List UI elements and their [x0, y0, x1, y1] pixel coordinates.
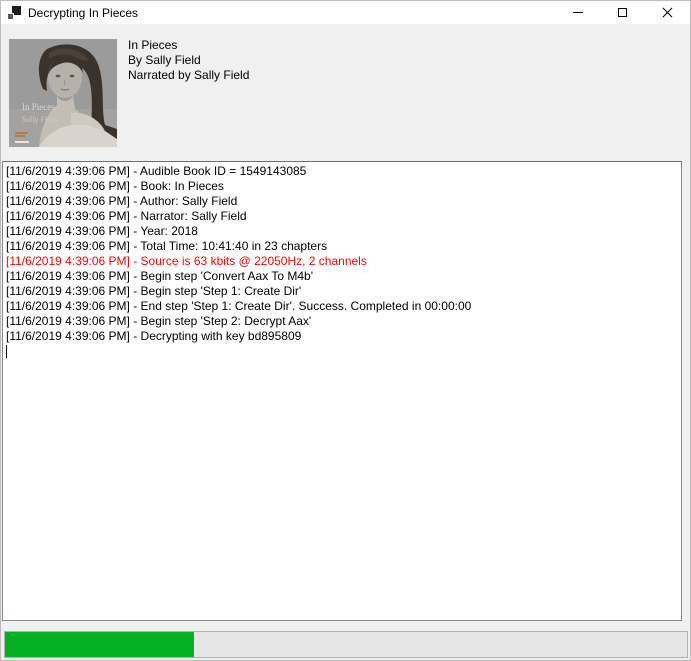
- progress-bar: [4, 631, 688, 658]
- log-line: [11/6/2019 4:39:06 PM] - Narrator: Sally…: [6, 209, 678, 224]
- log-line: [11/6/2019 4:39:06 PM] - Book: In Pieces: [6, 179, 678, 194]
- app-icon-square-small: [7, 13, 14, 20]
- log-line: [11/6/2019 4:39:06 PM] - Total Time: 10:…: [6, 239, 678, 254]
- app-window: Decrypting In Pieces: [0, 0, 691, 661]
- minimize-button[interactable]: [555, 1, 600, 24]
- log-line: [11/6/2019 4:39:06 PM] - Begin step 'Ste…: [6, 284, 678, 299]
- svg-text:Sally Field: Sally Field: [22, 115, 57, 124]
- close-icon: [662, 7, 673, 18]
- book-narrator: Narrated by Sally Field: [128, 68, 249, 83]
- svg-text:In Pieces: In Pieces: [22, 102, 55, 112]
- log-line: [11/6/2019 4:39:06 PM] - Audible Book ID…: [6, 164, 678, 179]
- text-caret: [6, 345, 7, 358]
- book-header-panel: In Pieces Sally Field In Pieces By Sally…: [1, 24, 690, 161]
- book-info: In Pieces By Sally Field Narrated by Sal…: [128, 38, 249, 83]
- log-line: [11/6/2019 4:39:06 PM] - Source is 63 kb…: [6, 254, 678, 269]
- log-line: [11/6/2019 4:39:06 PM] - End step 'Step …: [6, 299, 678, 314]
- window-controls: [555, 1, 690, 24]
- maximize-button[interactable]: [600, 1, 645, 24]
- log-line: [11/6/2019 4:39:06 PM] - Begin step 'Con…: [6, 269, 678, 284]
- app-icon: [7, 6, 21, 20]
- window-title: Decrypting In Pieces: [28, 6, 555, 20]
- book-cover-image: In Pieces Sally Field: [9, 39, 117, 147]
- progress-bar-fill: [5, 632, 194, 657]
- maximize-icon: [618, 8, 627, 17]
- log-line: [11/6/2019 4:39:06 PM] - Author: Sally F…: [6, 194, 678, 209]
- log-line: [11/6/2019 4:39:06 PM] - Year: 2018: [6, 224, 678, 239]
- log-textarea[interactable]: [11/6/2019 4:39:06 PM] - Audible Book ID…: [2, 161, 682, 621]
- title-bar: Decrypting In Pieces: [1, 1, 690, 24]
- log-line: [11/6/2019 4:39:06 PM] - Begin step 'Ste…: [6, 314, 678, 329]
- book-title: In Pieces: [128, 38, 249, 53]
- book-author: By Sally Field: [128, 53, 249, 68]
- minimize-icon: [573, 12, 583, 13]
- log-line: [11/6/2019 4:39:06 PM] - Decrypting with…: [6, 329, 678, 344]
- close-button[interactable]: [645, 1, 690, 24]
